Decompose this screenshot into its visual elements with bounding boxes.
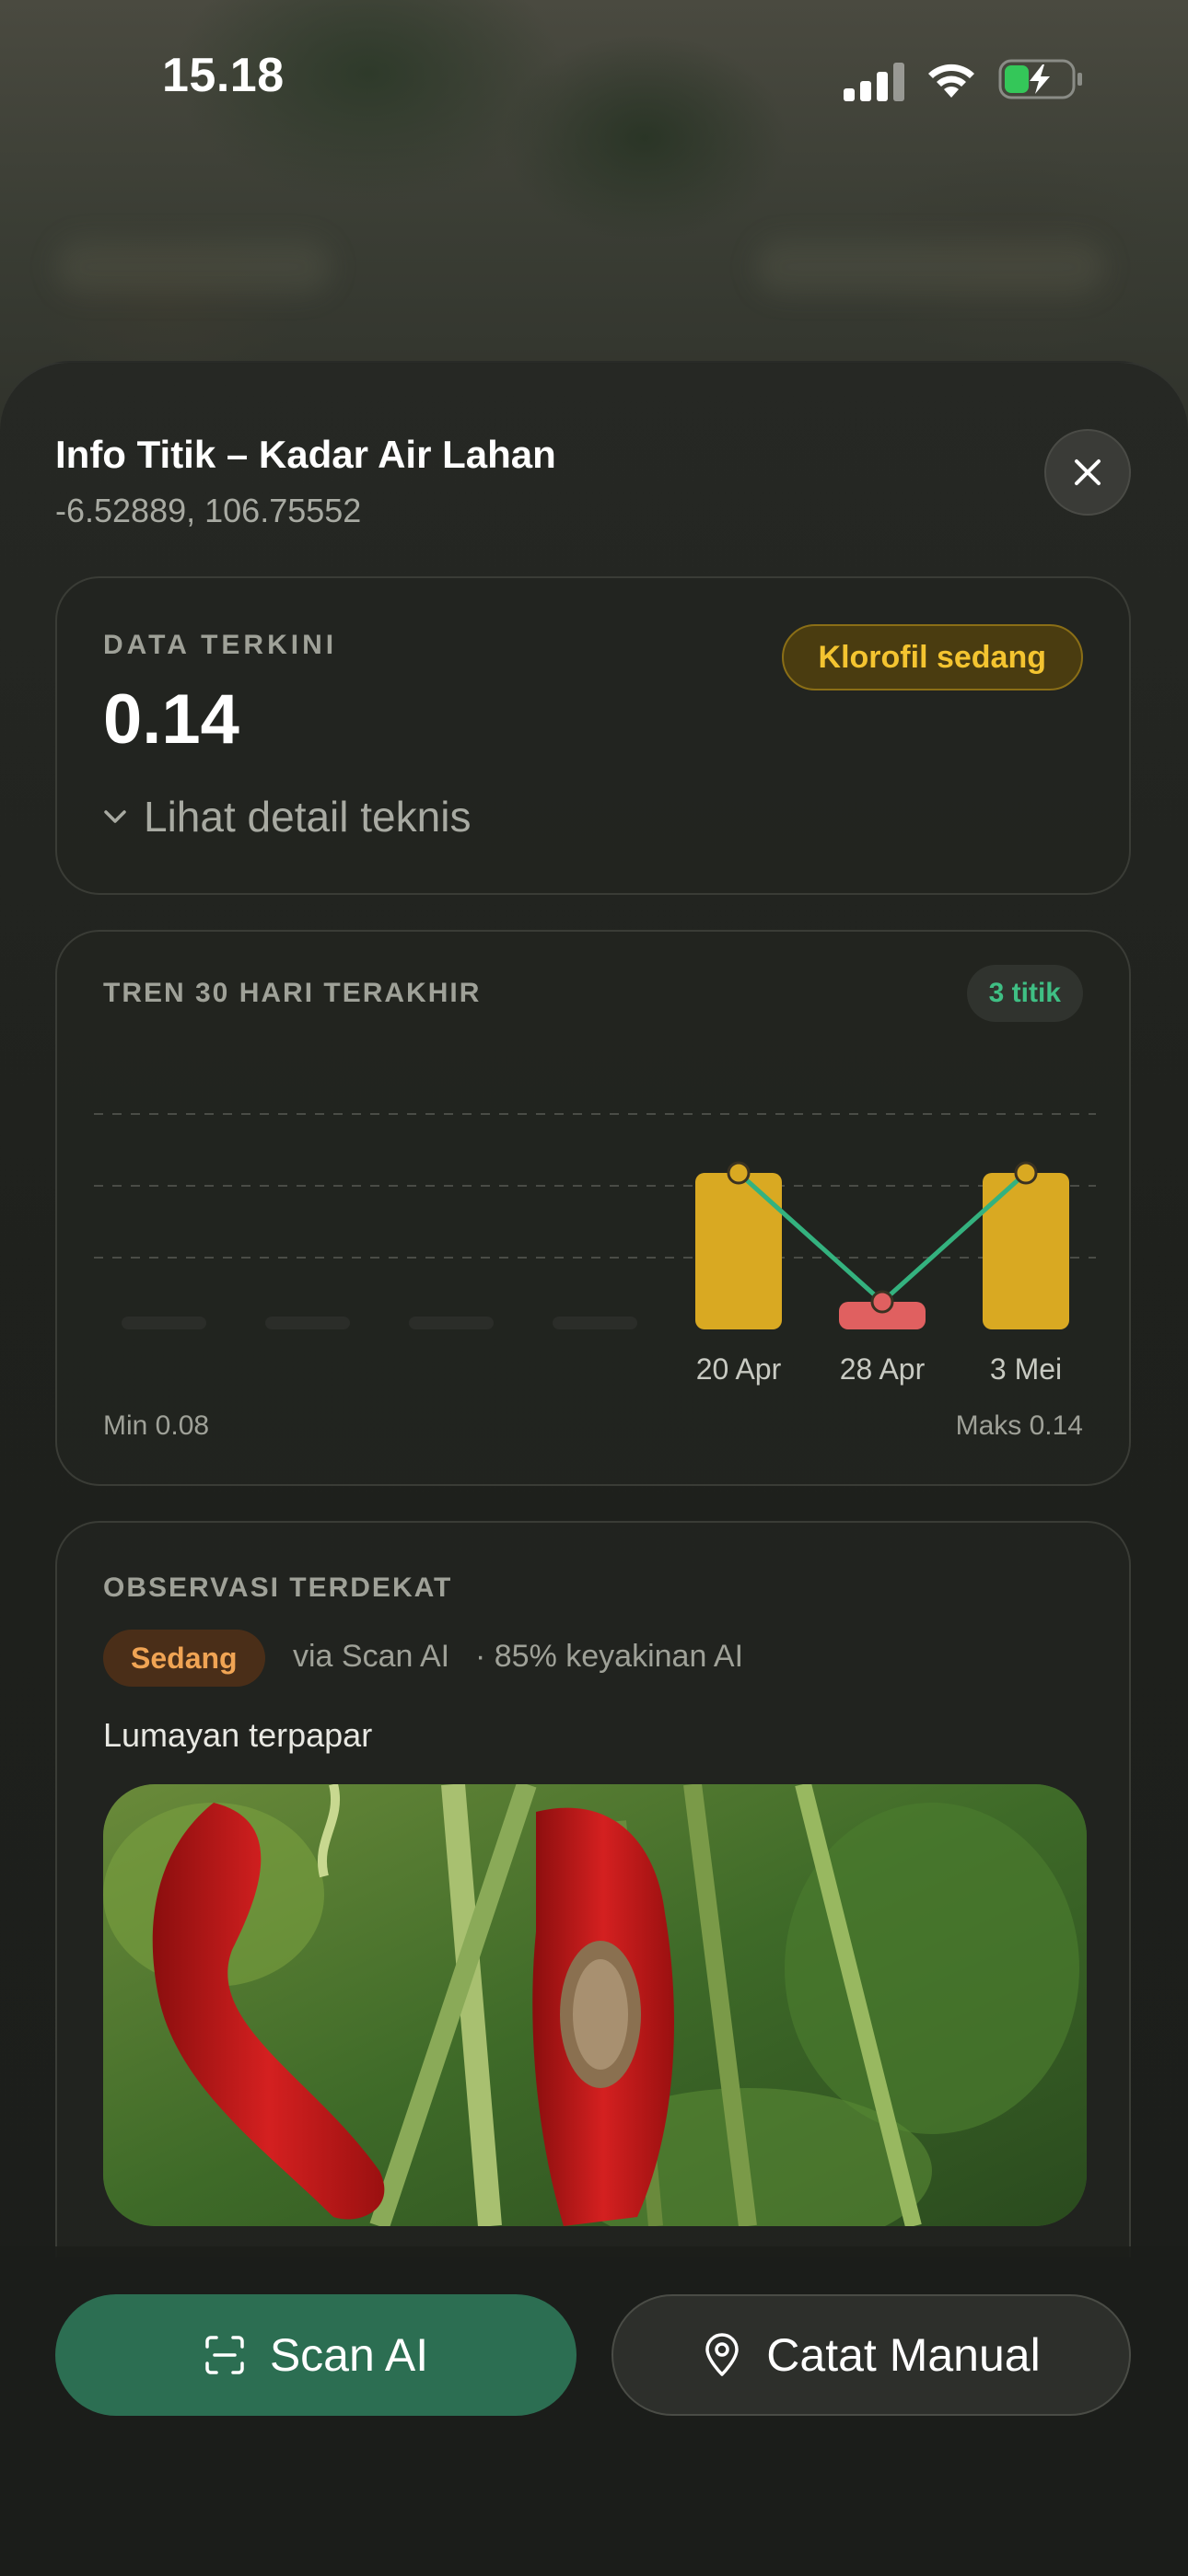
current-value: 0.14 xyxy=(103,680,239,759)
scan-frame-icon xyxy=(205,2336,244,2374)
observation-photo[interactable] xyxy=(103,1784,1087,2226)
observation-description: Lumayan terpapar xyxy=(103,1716,373,1754)
severity-badge: Sedang xyxy=(103,1630,265,1687)
technical-detail-label: Lihat detail teknis xyxy=(144,793,472,841)
trend-card: TREN 30 HARI TERAKHIR 3 titik 20 Apr 28 A… xyxy=(55,930,1131,1486)
close-button[interactable] xyxy=(1044,429,1131,516)
chevron-down-icon xyxy=(104,810,126,823)
chart-point xyxy=(727,1161,751,1185)
chart-tick-label: 3 Mei xyxy=(990,1352,1062,1386)
chlorophyll-badge: Klorofil sedang xyxy=(781,624,1083,690)
battery-charging-icon xyxy=(998,59,1082,99)
scan-ai-label: Scan AI xyxy=(269,2329,429,2381)
manual-record-button[interactable]: Catat Manual xyxy=(611,2294,1131,2416)
chart-empty-bar xyxy=(265,1317,350,1329)
trend-chart: 20 Apr 28 Apr 3 Mei xyxy=(94,1113,1096,1386)
status-bar: 15.18 xyxy=(0,0,1188,166)
status-time: 15.18 xyxy=(162,49,285,102)
chart-empty-bar xyxy=(409,1317,494,1329)
chart-point xyxy=(1014,1161,1038,1185)
min-label: Min 0.08 xyxy=(103,1410,210,1441)
observation-card: OBSERVASI TERDEKAT Sedang via Scan AI · … xyxy=(55,1521,1131,2257)
close-icon xyxy=(1075,459,1101,485)
chili-photo-image xyxy=(103,1784,1087,2226)
technical-detail-toggle[interactable]: Lihat detail teknis xyxy=(103,792,471,841)
wifi-icon xyxy=(928,64,974,98)
map-blur-shape xyxy=(55,239,332,295)
chart-tick-label: 28 Apr xyxy=(840,1352,926,1386)
cellular-signal-icon xyxy=(844,63,904,101)
chart-bar xyxy=(983,1173,1069,1329)
chart-empty-bar xyxy=(122,1317,206,1329)
chart-tick-label: 20 Apr xyxy=(696,1352,782,1386)
coordinates: -6.52889, 106.75552 xyxy=(55,492,362,529)
chart-bar xyxy=(695,1173,782,1329)
map-pin-icon xyxy=(705,2333,740,2376)
confidence-label: · 85% keyakinan AI xyxy=(475,1639,744,1674)
current-data-card: DATA TERKINI Klorofil sedang 0.14 Lihat … xyxy=(55,576,1131,895)
chart-point xyxy=(870,1290,894,1314)
source-label: via Scan AI xyxy=(293,1639,450,1674)
current-data-label: DATA TERKINI xyxy=(103,630,338,660)
scan-ai-button[interactable]: Scan AI xyxy=(55,2294,577,2416)
max-label: Maks 0.14 xyxy=(955,1410,1083,1441)
observation-label: OBSERVASI TERDEKAT xyxy=(103,1572,453,1603)
chart-empty-bar xyxy=(553,1317,637,1329)
manual-record-label: Catat Manual xyxy=(766,2329,1041,2381)
map-blur-shape xyxy=(755,239,1105,295)
sheet-title: Info Titik – Kadar Air Lahan xyxy=(55,433,556,476)
